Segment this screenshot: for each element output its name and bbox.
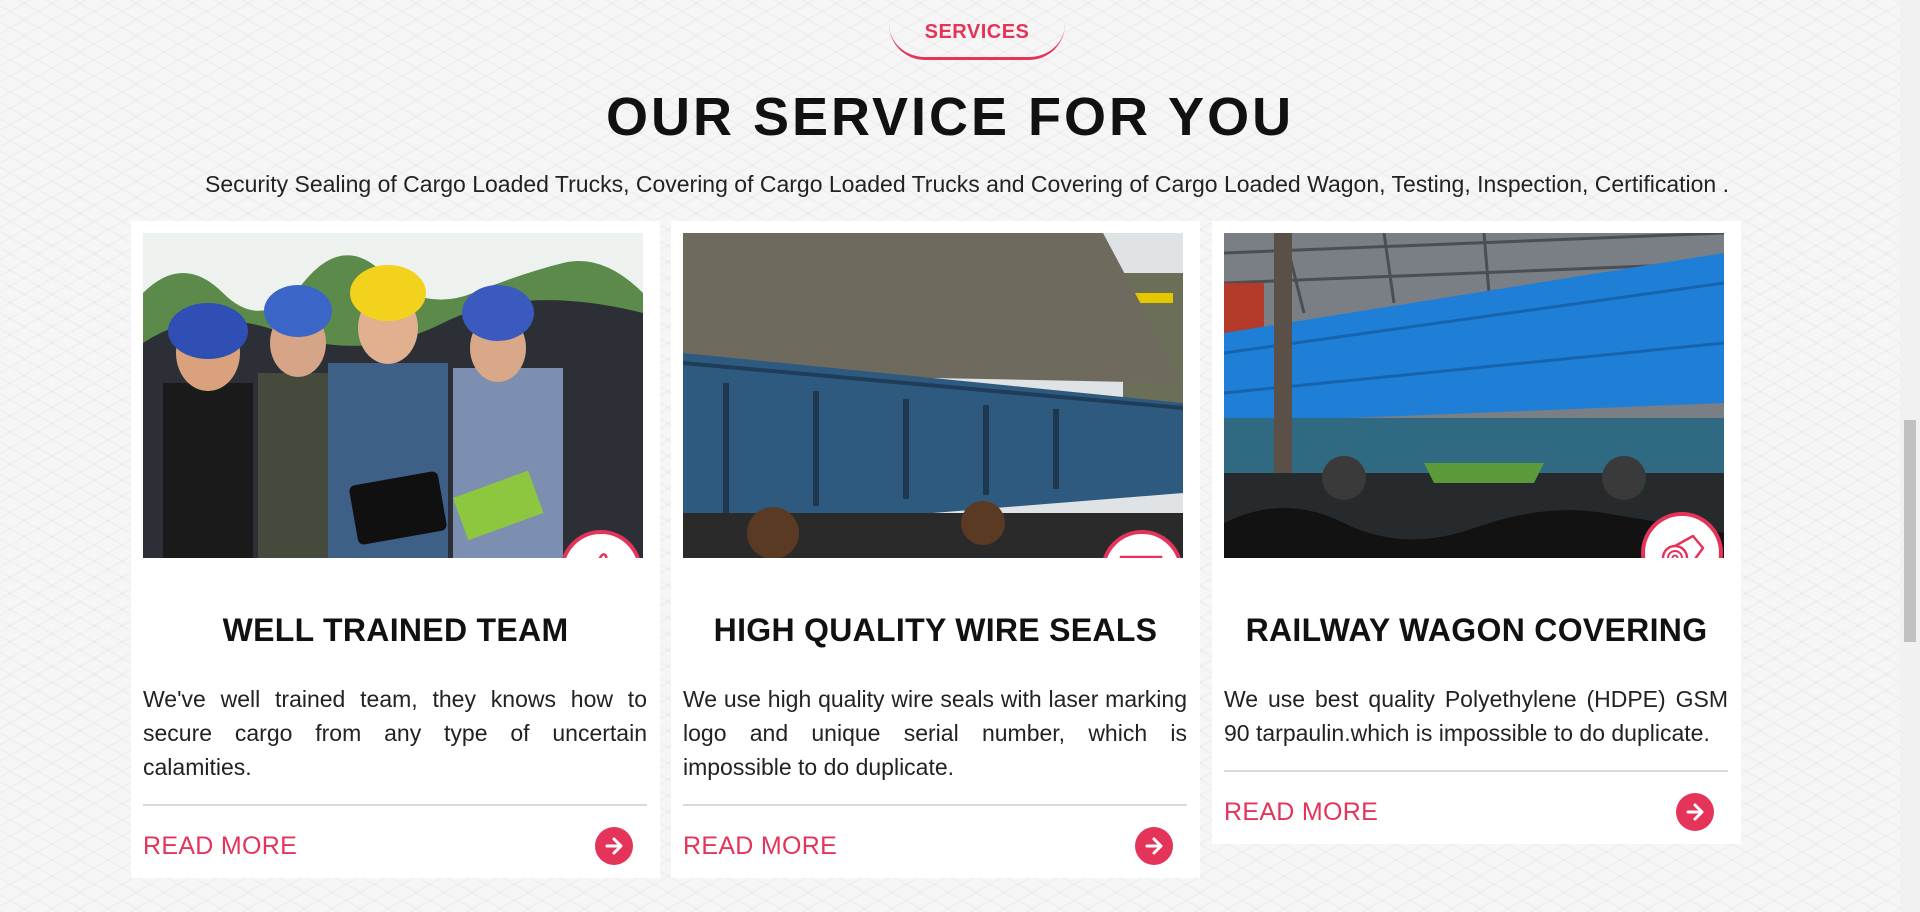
card-title: HIGH QUALITY WIRE SEALS xyxy=(713,612,1158,648)
section-tag-label: SERVICES xyxy=(924,21,1030,43)
section-subheading: Security Sealing of Cargo Loaded Trucks,… xyxy=(205,171,1729,197)
service-card-high-quality-wire-seals: HIGH QUALITY WIRE SEALS We use high qual… xyxy=(671,221,1200,878)
card-title: RAILWAY WAGON COVERING xyxy=(1245,612,1708,648)
card-description: We use best quality Polyethylene (HDPE) … xyxy=(1224,686,1728,746)
arrow-right-icon[interactable] xyxy=(1676,793,1714,831)
team-photo xyxy=(143,233,643,558)
service-card-railway-wagon-covering: RAILWAY WAGON COVERING We use best quali… xyxy=(1212,221,1741,844)
card-footer: READ MORE xyxy=(143,806,647,880)
arrow-right-icon[interactable] xyxy=(1135,827,1173,865)
scrollbar-thumb[interactable] xyxy=(1904,420,1916,642)
covered-wagon-photo xyxy=(683,233,1183,558)
read-more-link[interactable]: READ MORE xyxy=(143,832,297,861)
services-section: SERVICES OUR SERVICE FOR YOU Security Se… xyxy=(0,0,1900,912)
section-heading: OUR SERVICE FOR YOU xyxy=(605,87,1295,147)
card-description: We've well trained team, they knows how … xyxy=(143,686,647,780)
service-card-well-trained-team: WELL TRAINED TEAM We've well trained tea… xyxy=(131,221,660,878)
read-more-link[interactable]: READ MORE xyxy=(1224,798,1378,827)
arrow-right-icon[interactable] xyxy=(595,827,633,865)
card-description: We use high quality wire seals with lase… xyxy=(683,686,1187,780)
blue-tarpaulin-wagon-photo xyxy=(1224,233,1724,558)
vertical-scrollbar[interactable] xyxy=(1900,0,1920,912)
section-tag: SERVICES xyxy=(889,0,1065,60)
card-footer: READ MORE xyxy=(1224,772,1728,846)
read-more-link[interactable]: READ MORE xyxy=(683,832,837,861)
card-title: WELL TRAINED TEAM xyxy=(222,612,569,648)
card-footer: READ MORE xyxy=(683,806,1187,880)
